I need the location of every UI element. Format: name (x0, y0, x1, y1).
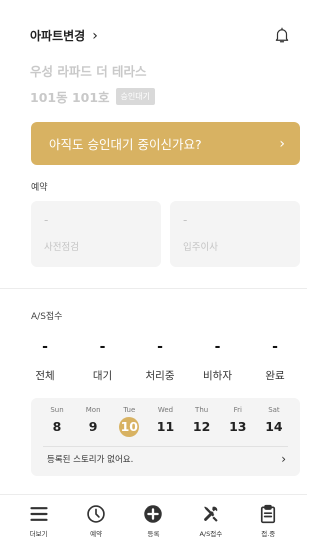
nav-reservation[interactable]: 예약 (71, 504, 121, 545)
day-of-week: Mon (85, 406, 101, 414)
day-of-week: Fri (233, 406, 242, 414)
nav-label: 접.중 (261, 530, 276, 538)
day-of-week: Sun (50, 406, 64, 414)
chevron-right-icon: › (279, 135, 285, 152)
day-of-week: Thu (195, 406, 209, 414)
status-label: 비하자 (203, 370, 232, 382)
bell-icon[interactable] (273, 26, 291, 44)
day-of-week: Sat (268, 406, 280, 414)
calendar-day[interactable]: Thu 12 (188, 406, 216, 437)
chevron-right-icon: › (281, 452, 286, 466)
status-count: - (157, 339, 163, 355)
header: 아파트변경 › 우성 라파드 더 테라스 101동 101호 승인대기 아직도 … (0, 0, 307, 186)
day-number: 12 (192, 419, 211, 434)
calendar-day[interactable]: Mon 9 (79, 406, 107, 437)
clock-icon (87, 505, 105, 523)
status-label: 대기 (92, 370, 113, 382)
unit-label: 101동 101호 (30, 90, 110, 105)
tools-icon (203, 506, 218, 522)
calendar-day[interactable]: Wed 11 (151, 406, 179, 437)
calendar-divider (43, 446, 288, 447)
pre-inspection-title: 사전점검 (44, 242, 79, 253)
day-number: 14 (265, 419, 283, 434)
move-in-title: 입주이사 (183, 242, 218, 253)
status-count: - (42, 339, 48, 355)
status-count: - (99, 339, 106, 355)
status-in-progress[interactable]: - 처리중 (135, 340, 185, 383)
status-label: 처리중 (145, 370, 175, 382)
status-waiting[interactable]: - 대기 (78, 340, 128, 383)
menu-icon (30, 507, 48, 521)
calendar-day[interactable]: Fri 13 (224, 406, 252, 437)
pre-inspection-card[interactable]: - 사전점검 (31, 201, 161, 267)
day-of-week: Wed (157, 406, 174, 414)
calendar-day-selected[interactable]: Tue 10 (115, 406, 143, 437)
nav-register[interactable]: 등록 (128, 504, 178, 545)
day-of-week: Tue (123, 406, 136, 414)
story-row[interactable]: 등록된 스토리가 없어요. › (47, 452, 286, 466)
clipboard-icon (261, 504, 276, 524)
status-label: 전체 (35, 370, 55, 382)
apartment-name: 우성 라파드 더 테라스 (30, 64, 147, 79)
day-number: 9 (88, 419, 98, 434)
status-label: 완료 (265, 370, 285, 382)
status-count: - (214, 339, 221, 355)
as-status-row: - 전체 - 대기 - 처리중 - 비하자 - 완료 (20, 340, 300, 383)
nav-more[interactable]: 더보기 (14, 504, 64, 545)
move-in-value: - (183, 213, 188, 227)
status-badge: 승인대기 (115, 88, 155, 105)
nav-label: 예약 (90, 530, 103, 538)
day-number: 13 (229, 419, 247, 434)
pending-approval-banner[interactable]: 아직도 승인대기 중이신가요? › (31, 122, 300, 165)
reservation-section-label: 예약 (31, 183, 48, 193)
status-all[interactable]: - 전체 (20, 340, 70, 383)
unit-row: 101동 101호 승인대기 (30, 87, 155, 106)
nav-label: 더보기 (29, 530, 48, 538)
status-non-defect[interactable]: - 비하자 (193, 340, 243, 383)
status-completed[interactable]: - 완료 (250, 340, 300, 383)
week-calendar: Sun 8 Mon 9 Tue 10 Wed 11 Thu 12 Fri 13 … (31, 398, 300, 476)
chevron-right-icon: › (92, 27, 98, 44)
calendar-day[interactable]: Sun 8 (43, 406, 71, 437)
apartment-change-button[interactable]: 아파트변경 › (30, 27, 98, 44)
day-number: 8 (52, 419, 62, 434)
calendar-day[interactable]: Sat 14 (260, 406, 288, 437)
nav-reception[interactable]: 접.중 (243, 504, 293, 545)
pre-inspection-value: - (44, 213, 49, 227)
bottom-nav: 더보기 예약 등록 A/S접수 접.중 (0, 494, 307, 545)
story-empty-text: 등록된 스토리가 없어요. (47, 455, 134, 465)
status-count: - (272, 339, 278, 355)
day-number: 10 (119, 417, 140, 437)
pending-banner-text: 아직도 승인대기 중이신가요? (49, 137, 202, 152)
nav-label: A/S접수 (199, 530, 223, 538)
apartment-change-label: 아파트변경 (30, 29, 86, 43)
plus-circle-icon (144, 505, 163, 523)
as-section-label: A/S접수 (31, 312, 63, 322)
calendar-days: Sun 8 Mon 9 Tue 10 Wed 11 Thu 12 Fri 13 … (31, 398, 300, 437)
section-divider (0, 288, 307, 289)
move-in-card[interactable]: - 입주이사 (170, 201, 300, 267)
day-number: 11 (156, 419, 175, 434)
nav-as-request[interactable]: A/S접수 (186, 504, 236, 545)
nav-label: 등록 (147, 530, 160, 538)
